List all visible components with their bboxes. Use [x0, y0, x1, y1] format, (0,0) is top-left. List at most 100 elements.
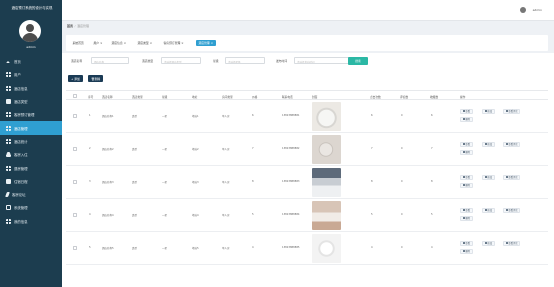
- table-row: 4 酒店名称4 类型 一星 地址4 单人房 5 13823888884 5 0 5 查看 修改 查看评论删…: [66, 199, 548, 232]
- hotel-name-input[interactable]: 酒店名称: [91, 57, 129, 64]
- delete-row-button[interactable]: 删除: [460, 216, 473, 221]
- sidebar-item-schedule[interactable]: 住宿日程: [0, 175, 62, 188]
- add-button[interactable]: + 添加: [68, 75, 83, 82]
- delete-button[interactable]: 🗑 删除: [88, 75, 104, 82]
- cell-price: 5: [252, 213, 254, 216]
- view-comments-button[interactable]: 查看评论: [503, 109, 521, 114]
- avatar[interactable]: [19, 20, 41, 42]
- tab-booking[interactable]: 客房预订管理 ×: [161, 40, 186, 46]
- trash-icon: [462, 151, 465, 154]
- cell-addr: 地址4: [192, 214, 199, 217]
- delete-row-button[interactable]: 删除: [460, 249, 473, 254]
- action-label: 查看: [465, 209, 470, 213]
- row-checkbox[interactable]: [73, 246, 77, 250]
- sidebar-item-system[interactable]: 系统管理: [0, 201, 62, 214]
- cell-comments: 0: [401, 246, 403, 249]
- sidebar-item-checkout[interactable]: 退房管理: [0, 161, 62, 174]
- breadcrumb: 首页 / 酒店管理: [67, 24, 89, 28]
- app-title: 酒店预订系统的设计与实现: [11, 6, 53, 10]
- action-label: 修改: [487, 143, 492, 147]
- cell-comments: 0: [401, 114, 403, 117]
- view-button[interactable]: 查看: [460, 142, 473, 147]
- delete-row-button[interactable]: 删除: [460, 183, 473, 188]
- view-button[interactable]: 查看: [460, 241, 473, 246]
- view-comments-button[interactable]: 查看评论: [503, 208, 521, 213]
- view-button[interactable]: 查看: [460, 175, 473, 180]
- tab-hotel-type[interactable]: 酒店类型 ×: [135, 40, 155, 46]
- sidebar-item-forum[interactable]: 客房论坛: [0, 188, 62, 201]
- tab-home[interactable]: 系统首页: [70, 40, 86, 46]
- bolt-icon: [5, 192, 10, 198]
- cell-price: 8: [252, 180, 254, 183]
- cell-idx: 4: [89, 213, 91, 216]
- cell-comments: 0: [401, 213, 403, 216]
- column-header: 酒店名称: [102, 94, 113, 99]
- cell-phone: 13823888884: [282, 213, 300, 216]
- close-icon[interactable]: ×: [100, 41, 102, 45]
- row-checkbox[interactable]: [73, 114, 77, 118]
- sidebar-item-hotel-manage[interactable]: 酒店管理: [0, 121, 62, 135]
- close-icon[interactable]: ×: [181, 41, 183, 45]
- close-icon[interactable]: ×: [150, 41, 152, 45]
- sidebar-item-label: 客房入住: [14, 153, 28, 158]
- select-all-checkbox[interactable]: [73, 94, 77, 98]
- sidebar-item-hotel-type[interactable]: 酒店类型: [0, 95, 62, 108]
- search-button[interactable]: 搜索: [348, 57, 368, 65]
- sidebar-item-hotel-info[interactable]: 酒店信息: [0, 82, 62, 95]
- breadcrumb-home[interactable]: 首页: [67, 24, 73, 28]
- action-label: 修改: [487, 209, 492, 213]
- sidebar-item-stats[interactable]: 酒店统计: [0, 135, 62, 148]
- sidebar-item-booking[interactable]: 客房预订管理: [0, 108, 62, 121]
- view-comments-button[interactable]: 查看评论: [503, 142, 521, 147]
- cell-name: 酒店名称4: [102, 214, 114, 217]
- edit-button[interactable]: 修改: [482, 109, 495, 114]
- close-icon[interactable]: ×: [211, 41, 213, 45]
- row-checkbox[interactable]: [73, 213, 77, 217]
- doc-icon: [505, 110, 508, 113]
- cell-addr: 地址1: [192, 115, 199, 118]
- sidebar-item-home[interactable]: 首页: [0, 55, 62, 68]
- view-button[interactable]: 查看: [460, 109, 473, 114]
- view-comments-button[interactable]: 查看评论: [503, 175, 521, 180]
- sidebar-item-label: 住宿日程: [14, 179, 28, 184]
- cell-star: 一星: [162, 115, 168, 118]
- cell-idx: 3: [89, 180, 91, 183]
- cell-comments: 0: [401, 180, 403, 183]
- edit-button[interactable]: 修改: [482, 208, 495, 213]
- user-avatar-icon[interactable]: [520, 7, 526, 13]
- edit-button[interactable]: 修改: [482, 175, 495, 180]
- delete-label: 删除: [94, 76, 101, 81]
- cell-star: 一星: [162, 247, 168, 250]
- trash-icon: [462, 250, 465, 253]
- grid-icon: [6, 85, 11, 91]
- edit-button[interactable]: 修改: [482, 142, 495, 147]
- edit-button[interactable]: 修改: [482, 241, 495, 246]
- sidebar-item-users[interactable]: 用户: [0, 68, 62, 81]
- sidebar-item-checkin[interactable]: 客房入住: [0, 148, 62, 161]
- trash-icon: [462, 184, 465, 187]
- view-comments-button[interactable]: 查看评论: [503, 241, 521, 246]
- row-checkbox[interactable]: [73, 180, 77, 184]
- cell-room: 单人房: [222, 247, 230, 250]
- cell-type: 类型: [132, 115, 138, 118]
- cell-favs: 8: [431, 180, 433, 183]
- cell-name: 酒店名称2: [102, 148, 114, 151]
- action-label: 修改: [487, 110, 492, 114]
- sidebar-item-profile[interactable]: 我的信息: [0, 215, 62, 228]
- delete-row-button[interactable]: 删除: [460, 117, 473, 122]
- view-button[interactable]: 查看: [460, 208, 473, 213]
- cell-idx: 5: [89, 246, 91, 249]
- close-icon[interactable]: ×: [124, 41, 126, 45]
- table-header: 序号 酒店名称 酒店类型 星级 地址 房间类型 价格 联系电话 封面 点击次数 …: [66, 90, 548, 100]
- tab-label: 客房预订管理: [163, 41, 181, 45]
- tab-hotel-manage[interactable]: 酒店管理 ×: [196, 40, 216, 46]
- delete-row-button[interactable]: 删除: [460, 150, 473, 155]
- hotel-type-select[interactable]: 请选择酒店类型: [161, 57, 201, 64]
- tab-hotel-info[interactable]: 酒店信息 ×: [109, 40, 129, 46]
- top-username[interactable]: admin: [533, 8, 542, 12]
- row-checkbox[interactable]: [73, 147, 77, 151]
- star-select[interactable]: 请选择星级: [225, 57, 265, 64]
- publish-time-input[interactable]: 请选择发布时间: [294, 57, 349, 64]
- tab-users[interactable]: 用户 ×: [91, 40, 105, 46]
- doc-icon: [462, 242, 465, 245]
